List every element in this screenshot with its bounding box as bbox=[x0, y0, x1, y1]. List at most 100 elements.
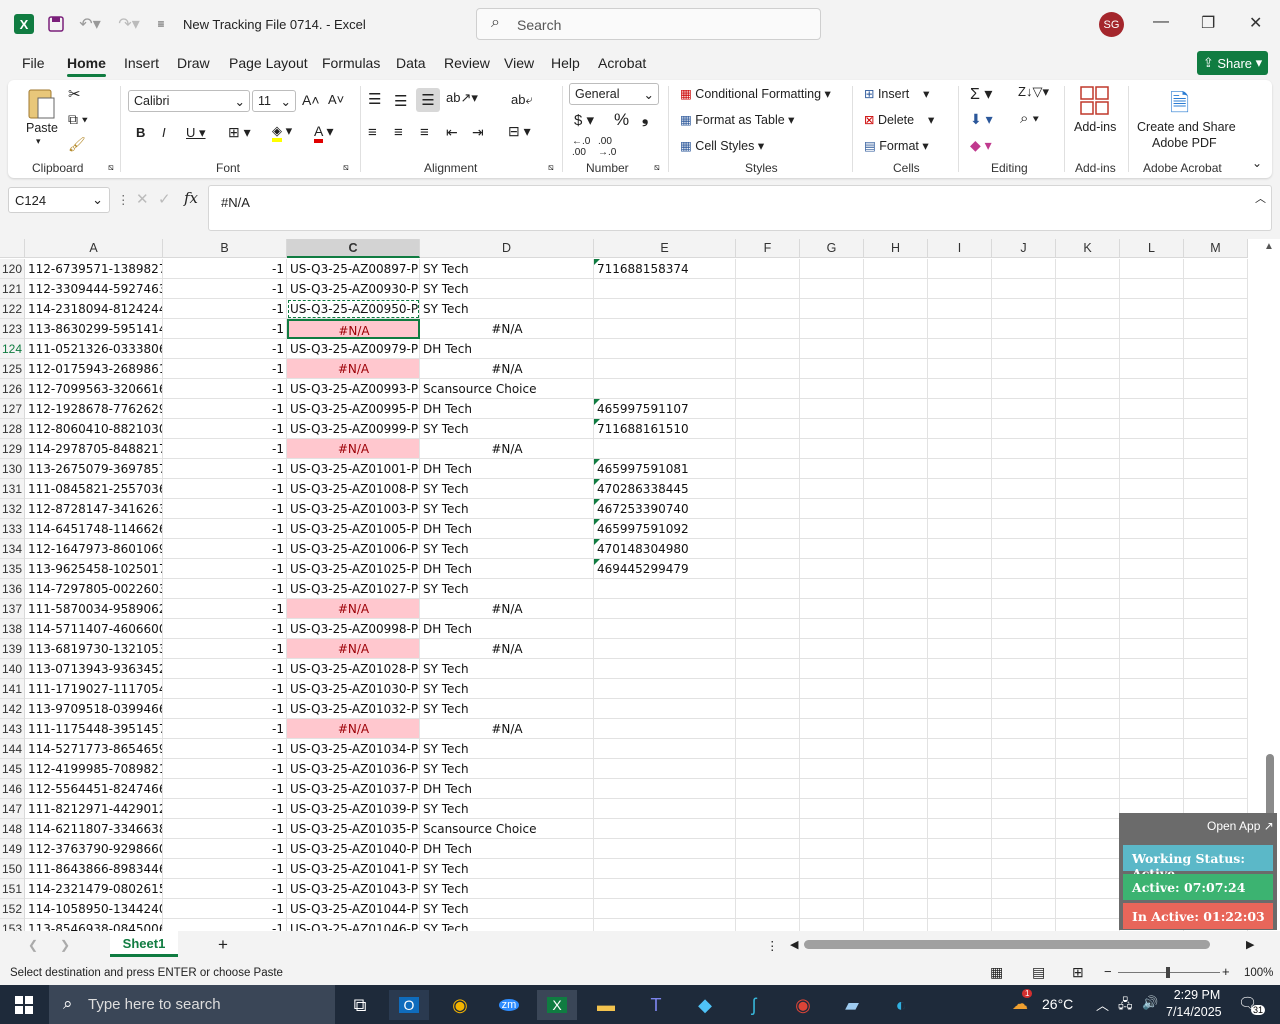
cell[interactable]: US-Q3-25-AZ01046-P bbox=[287, 919, 420, 931]
cell[interactable] bbox=[736, 879, 800, 899]
cell[interactable] bbox=[1184, 679, 1248, 699]
cell[interactable] bbox=[928, 459, 992, 479]
cell[interactable] bbox=[594, 779, 736, 799]
search-box[interactable]: ⌕ Search bbox=[476, 8, 821, 40]
cell[interactable]: -1 bbox=[163, 479, 287, 499]
tray-arrow-icon[interactable]: ︿ bbox=[1096, 995, 1109, 1014]
row-header[interactable]: 128 bbox=[0, 419, 25, 439]
share-button[interactable]: ⇪ Share ▾ bbox=[1197, 51, 1268, 75]
cell[interactable] bbox=[800, 439, 864, 459]
cell[interactable]: US-Q3-25-AZ01035-P bbox=[287, 819, 420, 839]
cell[interactable] bbox=[800, 759, 864, 779]
cell[interactable] bbox=[1056, 619, 1120, 639]
cell[interactable] bbox=[800, 699, 864, 719]
cell[interactable] bbox=[800, 419, 864, 439]
cell[interactable] bbox=[928, 659, 992, 679]
cell[interactable]: -1 bbox=[163, 619, 287, 639]
cell[interactable] bbox=[864, 879, 928, 899]
cell[interactable] bbox=[1120, 699, 1184, 719]
font-name-select[interactable]: Calibri ⌄ bbox=[128, 90, 250, 112]
cell[interactable]: 112-1647973-8601069 bbox=[25, 539, 163, 559]
cell[interactable]: -1 bbox=[163, 799, 287, 819]
cell[interactable] bbox=[1120, 599, 1184, 619]
redo-icon[interactable]: ↷▾ bbox=[114, 12, 144, 36]
cell[interactable] bbox=[594, 299, 736, 319]
cell[interactable] bbox=[736, 479, 800, 499]
cell[interactable] bbox=[1184, 719, 1248, 739]
number-format-select[interactable]: General ⌄ bbox=[569, 83, 659, 105]
cell[interactable]: 112-3763790-9298660 bbox=[25, 839, 163, 859]
cell[interactable] bbox=[1184, 619, 1248, 639]
cell[interactable]: -1 bbox=[163, 659, 287, 679]
cell[interactable] bbox=[992, 259, 1056, 279]
cell[interactable] bbox=[594, 699, 736, 719]
cell[interactable]: 114-1058950-1344240 bbox=[25, 899, 163, 919]
cell[interactable]: #N/A bbox=[287, 719, 420, 739]
cell[interactable] bbox=[736, 499, 800, 519]
cell[interactable] bbox=[736, 379, 800, 399]
cell[interactable] bbox=[992, 539, 1056, 559]
cell[interactable] bbox=[800, 739, 864, 759]
cell[interactable] bbox=[992, 899, 1056, 919]
cell[interactable] bbox=[800, 679, 864, 699]
volume-icon[interactable]: 🔊 bbox=[1142, 995, 1158, 1011]
clipboard-launcher-icon[interactable]: ⧅ bbox=[108, 162, 114, 173]
cell[interactable] bbox=[594, 719, 736, 739]
outlook-icon[interactable]: O bbox=[389, 990, 429, 1020]
cell[interactable]: 113-9709518-0399466 bbox=[25, 699, 163, 719]
cell[interactable]: US-Q3-25-AZ01044-P bbox=[287, 899, 420, 919]
cell[interactable] bbox=[992, 759, 1056, 779]
save-icon[interactable] bbox=[46, 12, 66, 36]
cell[interactable]: 114-6211807-3346638 bbox=[25, 819, 163, 839]
cell[interactable]: 112-0175943-2689861 bbox=[25, 359, 163, 379]
minimize-icon[interactable]: — bbox=[1153, 13, 1169, 31]
tab-split-icon[interactable]: ⋮ bbox=[766, 938, 779, 953]
cell[interactable]: 711688158374 bbox=[594, 259, 736, 279]
cell[interactable] bbox=[594, 759, 736, 779]
cell[interactable]: -1 bbox=[163, 339, 287, 359]
cell[interactable] bbox=[1056, 539, 1120, 559]
cell[interactable] bbox=[864, 639, 928, 659]
cell[interactable] bbox=[992, 299, 1056, 319]
cell[interactable] bbox=[928, 639, 992, 659]
page-break-view-icon[interactable]: ⊞ bbox=[1072, 964, 1084, 981]
cell[interactable] bbox=[928, 339, 992, 359]
cell[interactable]: SY Tech bbox=[420, 479, 594, 499]
add-sheet-icon[interactable]: + bbox=[218, 935, 228, 955]
cell[interactable] bbox=[1056, 419, 1120, 439]
scroll-left-icon[interactable]: ◀ bbox=[790, 938, 798, 951]
row-header[interactable]: 132 bbox=[0, 499, 25, 519]
cell[interactable] bbox=[800, 499, 864, 519]
column-header-l[interactable]: L bbox=[1120, 239, 1184, 258]
collapse-ribbon-icon[interactable]: ⌄ bbox=[1252, 156, 1262, 170]
cell[interactable]: DH Tech bbox=[420, 779, 594, 799]
cell[interactable] bbox=[1184, 499, 1248, 519]
cell[interactable] bbox=[594, 659, 736, 679]
font-launcher-icon[interactable]: ⧅ bbox=[343, 162, 349, 173]
sort-filter-icon[interactable]: Z↓▽▾ bbox=[1018, 84, 1049, 100]
cell[interactable]: #N/A bbox=[420, 359, 594, 379]
top-align-icon[interactable]: ☰ bbox=[368, 90, 381, 108]
cell[interactable]: -1 bbox=[163, 839, 287, 859]
cell[interactable] bbox=[594, 899, 736, 919]
cell[interactable] bbox=[928, 279, 992, 299]
cell[interactable] bbox=[1184, 319, 1248, 339]
cell[interactable]: US-Q3-25-AZ01025-P bbox=[287, 559, 420, 579]
bold-icon[interactable]: B bbox=[136, 125, 145, 140]
cell[interactable] bbox=[736, 459, 800, 479]
row-header[interactable]: 127 bbox=[0, 399, 25, 419]
cell[interactable] bbox=[1056, 299, 1120, 319]
row-header[interactable]: 144 bbox=[0, 739, 25, 759]
cell[interactable]: SY Tech bbox=[420, 859, 594, 879]
row-header[interactable]: 123 bbox=[0, 319, 25, 339]
tab-draw[interactable]: Draw bbox=[177, 55, 210, 71]
cell[interactable]: -1 bbox=[163, 739, 287, 759]
delete-cells-button[interactable]: ⊠ Delete ▾ bbox=[864, 112, 934, 127]
cell[interactable] bbox=[992, 279, 1056, 299]
cell[interactable] bbox=[864, 759, 928, 779]
cell[interactable] bbox=[1120, 719, 1184, 739]
cell[interactable] bbox=[1120, 419, 1184, 439]
copy-icon[interactable]: ⧉ ▾ bbox=[68, 111, 88, 128]
cell[interactable]: SY Tech bbox=[420, 659, 594, 679]
tab-insert[interactable]: Insert bbox=[124, 55, 159, 71]
